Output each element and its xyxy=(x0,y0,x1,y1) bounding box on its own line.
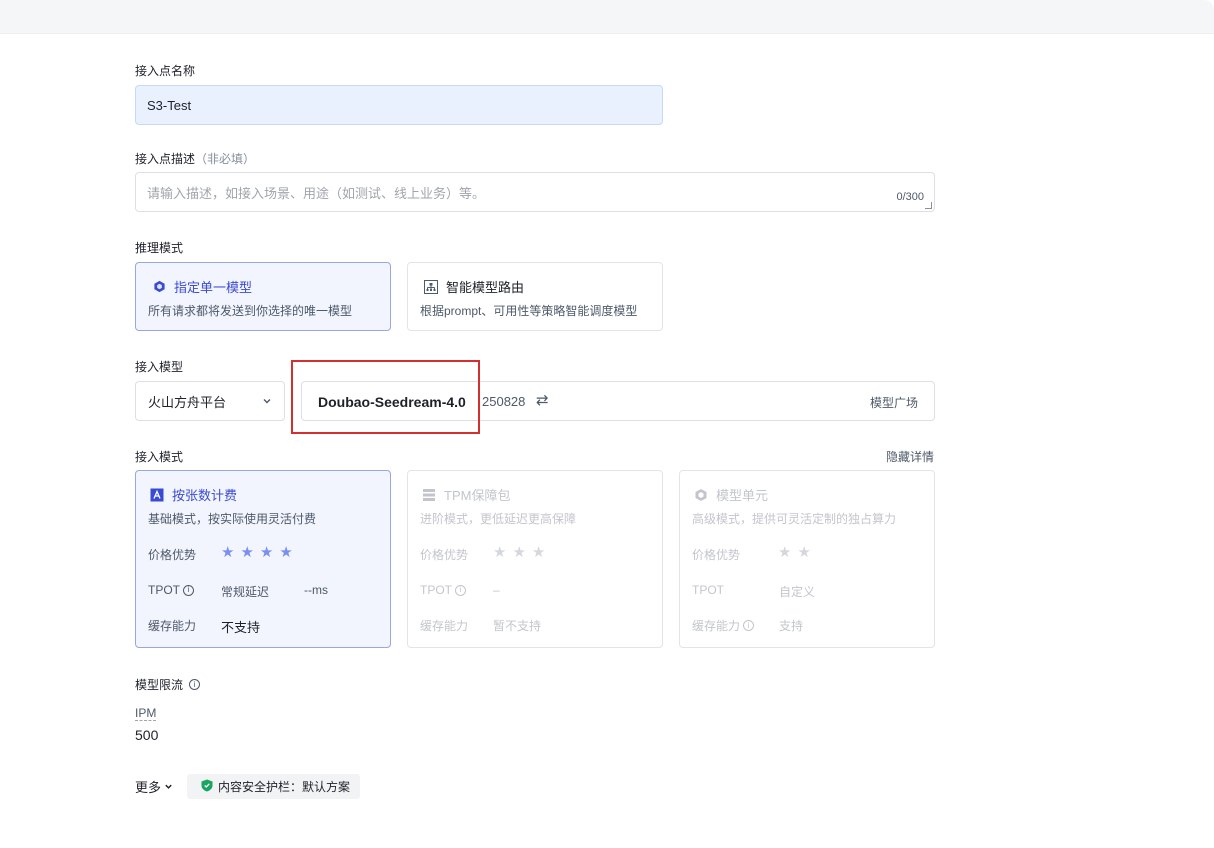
info-icon: i xyxy=(455,584,466,596)
tpot-ms: --ms xyxy=(304,583,328,597)
access-mode-per-image-desc: 基础模式，按实际使用灵活付费 xyxy=(148,512,317,526)
desc-label: 接入点描述（非必填） xyxy=(135,150,255,167)
router-icon xyxy=(424,279,438,294)
info-icon[interactable]: i xyxy=(183,584,194,596)
inference-mode-router-desc: 根据prompt、可用性等策略智能调度模型 xyxy=(420,304,638,318)
desc-optional-text: （非必填） xyxy=(195,152,256,166)
ipm-value: 500 xyxy=(135,727,159,743)
cache-value: 不支持 xyxy=(221,620,261,635)
info-icon[interactable]: i xyxy=(189,679,201,690)
cache-label: 缓存能力 xyxy=(420,619,469,633)
unit-icon xyxy=(694,488,708,502)
inference-mode-single[interactable]: 指定单一模型 所有请求都将发送到你选择的唯一模型 xyxy=(135,262,391,331)
price-stars: ★ ★ ★ ★ xyxy=(221,545,293,560)
access-mode-per-image-label: 按张数计费 xyxy=(172,488,238,503)
more-label: 更多 xyxy=(135,780,162,795)
name-input-value: S3-Test xyxy=(147,97,192,113)
inference-mode-router-label: 智能模型路由 xyxy=(446,280,525,295)
tpot-label: TPOT i xyxy=(420,583,466,597)
price-label: 价格优势 xyxy=(148,548,197,562)
shield-icon xyxy=(201,779,213,795)
hide-details-link[interactable]: 隐藏详情 xyxy=(886,448,934,465)
platform-select[interactable]: 火山方舟平台 xyxy=(135,381,285,421)
access-mode-tpm-title: TPM保障包 xyxy=(422,485,510,504)
safety-label: 内容安全护栏：默认方案 xyxy=(218,780,351,794)
cache-label: 缓存能力 i xyxy=(692,617,755,634)
inference-label: 推理模式 xyxy=(135,241,184,255)
top-bar xyxy=(0,0,1214,34)
star-icon: ★ xyxy=(493,544,507,561)
star-icon: ★ xyxy=(240,544,254,561)
star-icon: ★ xyxy=(531,544,546,561)
access-mode-unit: 模型单元 高级模式，提供可灵活定制的独占算力 价格优势 ★ ★ TPOT 自定义… xyxy=(679,470,935,648)
cube-icon xyxy=(152,280,166,294)
chevron-down-icon xyxy=(164,779,173,794)
star-icon: ★ xyxy=(512,544,526,561)
ipm-label: IPM xyxy=(135,706,157,721)
tpot-value: – xyxy=(493,583,500,597)
cache-value: 暂不支持 xyxy=(493,619,542,633)
access-mode-unit-label: 模型单元 xyxy=(716,488,769,503)
stack-icon xyxy=(422,488,436,502)
cache-label: 缓存能力 xyxy=(148,619,197,633)
model-label: 接入模型 xyxy=(135,360,184,374)
tpot-label: TPOT i xyxy=(148,583,194,597)
name-input[interactable]: S3-Test xyxy=(135,85,663,125)
image-billing-icon xyxy=(150,488,164,502)
access-label: 接入模式 xyxy=(135,450,184,464)
desc-label-text: 接入点描述 xyxy=(135,152,196,166)
inference-mode-router-title: 智能模型路由 xyxy=(424,277,524,296)
resize-grip[interactable] xyxy=(925,202,932,209)
access-mode-tpm-desc: 进阶模式，更低延迟更高保障 xyxy=(420,512,577,526)
access-mode-per-image[interactable]: 按张数计费 基础模式，按实际使用灵活付费 价格优势 ★ ★ ★ ★ TPOT i… xyxy=(135,470,391,648)
info-icon: i xyxy=(743,620,755,631)
more-row: 更多 内容安全护栏：默认方案 xyxy=(135,774,361,799)
access-mode-tpm-label: TPM保障包 xyxy=(444,488,511,503)
star-icon: ★ xyxy=(259,544,274,561)
safety-guardrail-chip[interactable]: 内容安全护栏：默认方案 xyxy=(187,774,361,799)
inference-mode-single-title: 指定单一模型 xyxy=(152,277,252,296)
star-icon: ★ xyxy=(279,544,293,561)
access-mode-tpm: TPM保障包 进阶模式，更低延迟更高保障 价格优势 ★ ★ ★ TPOT i –… xyxy=(407,470,663,648)
desc-counter: 0/300 xyxy=(896,191,924,203)
price-stars: ★ ★ ★ xyxy=(493,545,545,560)
price-stars: ★ ★ xyxy=(778,545,811,560)
inference-mode-single-label: 指定单一模型 xyxy=(174,280,253,295)
price-label: 价格优势 xyxy=(692,548,741,562)
desc-placeholder: 请输入描述，如接入场景、用途（如测试、线上业务）等。 xyxy=(147,185,486,201)
tpot-label-text: TPOT xyxy=(420,583,452,597)
swap-icon[interactable]: ⇄ xyxy=(536,391,549,409)
inference-mode-single-desc: 所有请求都将发送到你选择的唯一模型 xyxy=(148,304,353,318)
access-mode-per-image-title: 按张数计费 xyxy=(150,485,237,504)
tpot-value: 自定义 xyxy=(779,585,816,599)
access-mode-unit-desc: 高级模式，提供可灵活定制的独占算力 xyxy=(692,512,897,526)
name-label: 接入点名称 xyxy=(135,64,196,78)
more-toggle[interactable]: 更多 xyxy=(135,777,173,796)
cache-value: 支持 xyxy=(779,619,804,633)
tpot-label: TPOT xyxy=(692,583,724,597)
rate-limit-label-text: 模型限流 xyxy=(135,678,184,692)
price-label: 价格优势 xyxy=(420,548,469,562)
inference-mode-router[interactable]: 智能模型路由 根据prompt、可用性等策略智能调度模型 xyxy=(407,262,663,331)
model-plaza-link[interactable]: 模型广场 xyxy=(870,394,918,411)
cache-label-text: 缓存能力 xyxy=(692,619,741,633)
tpot-label-text: TPOT xyxy=(148,583,180,597)
rate-limit-label: 模型限流 i xyxy=(135,676,201,693)
tpot-value: 常规延迟 xyxy=(221,585,270,599)
chevron-down-icon xyxy=(262,394,272,409)
star-icon: ★ xyxy=(221,544,235,561)
page: 接入点名称 S3-Test 接入点描述（非必填） 请输入描述，如接入场景、用途（… xyxy=(0,0,1214,848)
access-mode-unit-title: 模型单元 xyxy=(694,485,768,504)
desc-textarea[interactable]: 请输入描述，如接入场景、用途（如测试、线上业务）等。 0/300 xyxy=(135,172,935,212)
model-version: 250828 xyxy=(482,394,526,409)
star-icon: ★ xyxy=(797,544,811,561)
highlight-box xyxy=(291,360,480,434)
star-icon: ★ xyxy=(778,544,792,561)
platform-select-value: 火山方舟平台 xyxy=(148,394,227,410)
